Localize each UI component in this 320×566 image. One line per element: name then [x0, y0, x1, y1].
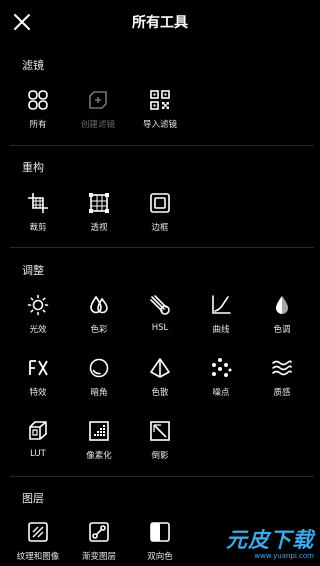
tool-label: LUT [30, 449, 46, 459]
tool-label: 裁剪 [29, 223, 47, 233]
tool-curve[interactable]: 曲线 [193, 294, 249, 335]
tool-vignette[interactable]: 暗角 [71, 357, 127, 398]
tool-label: 透视 [90, 223, 108, 233]
tool-effects[interactable]: 特效 [10, 357, 66, 398]
watermark-brand: 元皮下载 [226, 528, 314, 552]
section-title-layers: 图层 [22, 492, 44, 505]
divider [10, 476, 314, 477]
tool-label: 所有 [29, 120, 47, 130]
sun-icon [27, 294, 49, 316]
fx-icon [29, 360, 48, 376]
vignette-icon [89, 358, 109, 378]
curve-icon [212, 295, 231, 314]
tool-color[interactable]: 色彩 [71, 294, 127, 335]
noise-icon [212, 358, 232, 377]
tool-label: 导入滤镜 [142, 120, 177, 130]
tool-label: 特效 [29, 388, 47, 398]
reflection-icon [150, 421, 170, 441]
tool-label: 质感 [273, 388, 291, 398]
tool-label: 纹理和图像 [16, 552, 60, 562]
tool-duotone[interactable]: 双向色 [132, 521, 188, 562]
tool-perspective[interactable]: 透视 [71, 192, 127, 233]
border-frame-icon [150, 193, 170, 213]
tool-texture[interactable]: 质感 [254, 357, 310, 398]
tool-label: 曲线 [212, 325, 230, 335]
tool-label: 渐变图层 [81, 552, 116, 562]
section-title-adjust: 调整 [22, 264, 44, 277]
pixelate-icon [89, 421, 109, 441]
tool-dispersion[interactable]: 色散 [132, 357, 188, 398]
gradient-layer-icon [89, 522, 109, 542]
tool-import-filter[interactable]: 导入滤镜 [132, 89, 188, 130]
create-filter-icon [89, 91, 107, 109]
tool-light[interactable]: 光效 [10, 294, 66, 335]
top-bar: 所有工具 [0, 0, 320, 44]
grid-filters-icon [28, 90, 48, 110]
tool-label: 色调 [273, 325, 291, 335]
tool-label: 像素化 [86, 451, 112, 461]
section-title-filters: 滤镜 [22, 59, 44, 72]
divider [10, 247, 314, 248]
tool-lut[interactable]: LUT [10, 420, 66, 459]
tool-pixelate[interactable]: 像素化 [71, 420, 127, 461]
tool-label: 色彩 [90, 325, 108, 335]
tool-label: HSL [151, 323, 169, 333]
tool-noise[interactable]: 噪点 [193, 357, 249, 398]
color-drops-icon [90, 295, 108, 314]
perspective-icon [89, 193, 109, 213]
tool-label: 边框 [151, 223, 169, 233]
prism-icon [150, 358, 170, 378]
tool-border[interactable]: 边框 [132, 192, 188, 233]
watermark-logo: 元皮下载 www.yuanpi.com [226, 524, 314, 560]
tool-texture-image[interactable]: 纹理和图像 [10, 521, 66, 562]
section-title-composition: 重构 [22, 161, 44, 174]
tool-tone[interactable]: 色调 [254, 294, 310, 335]
duotone-icon [150, 522, 170, 542]
divider [10, 145, 314, 146]
crop-icon [28, 193, 48, 213]
tool-label: 双向色 [147, 552, 173, 562]
tool-label: 暗角 [90, 388, 108, 398]
tool-label: 倒影 [151, 451, 169, 461]
tool-label: 色散 [151, 388, 169, 398]
texture-image-icon [28, 522, 48, 542]
tool-label: 光效 [29, 325, 47, 335]
tool-hsl[interactable]: HSL [132, 294, 188, 333]
page-title: 所有工具 [132, 15, 188, 31]
hsl-icon [150, 295, 170, 315]
texture-waves-icon [272, 360, 292, 376]
tool-crop[interactable]: 裁剪 [10, 192, 66, 233]
tool-all-filters[interactable]: 所有 [10, 89, 66, 130]
tool-create-filter[interactable]: 创建滤镜 [70, 89, 126, 130]
lut-cube-icon [29, 421, 47, 440]
tool-label: 噪点 [212, 388, 230, 398]
tool-label: 创建滤镜 [80, 120, 115, 130]
qr-import-icon [150, 90, 170, 110]
tool-reflection[interactable]: 倒影 [132, 420, 188, 461]
tool-gradient-layer[interactable]: 渐变图层 [71, 521, 127, 562]
tone-drop-icon [276, 296, 288, 314]
